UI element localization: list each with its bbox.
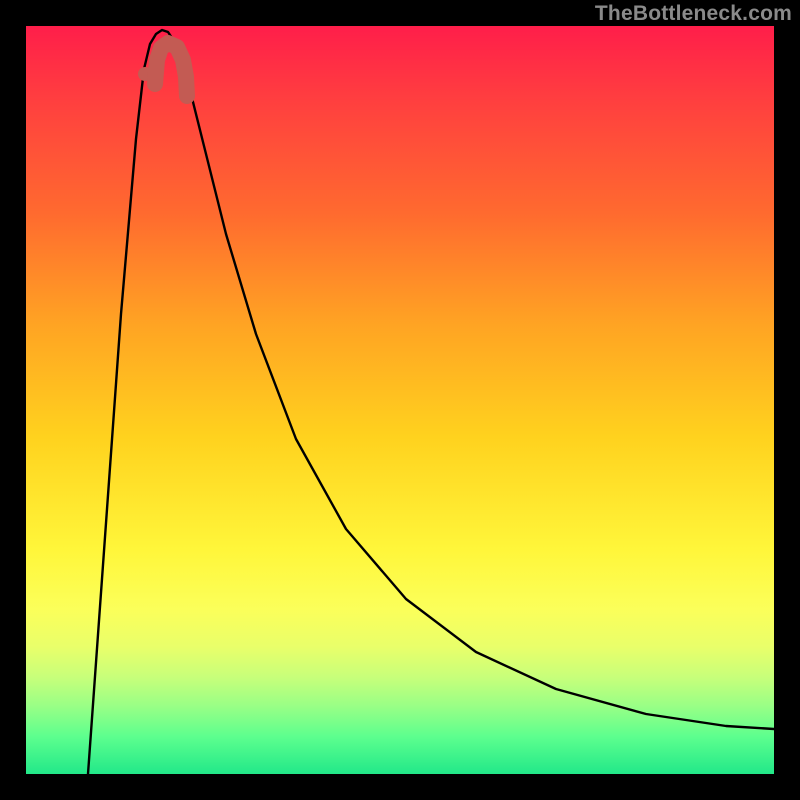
watermark-text: TheBottleneck.com — [595, 2, 792, 26]
j-marker-stroke — [155, 43, 187, 96]
plot-area — [26, 26, 774, 774]
chart-frame: TheBottleneck.com — [0, 0, 800, 800]
curve-layer — [26, 26, 774, 774]
bottleneck-curve — [88, 30, 774, 774]
